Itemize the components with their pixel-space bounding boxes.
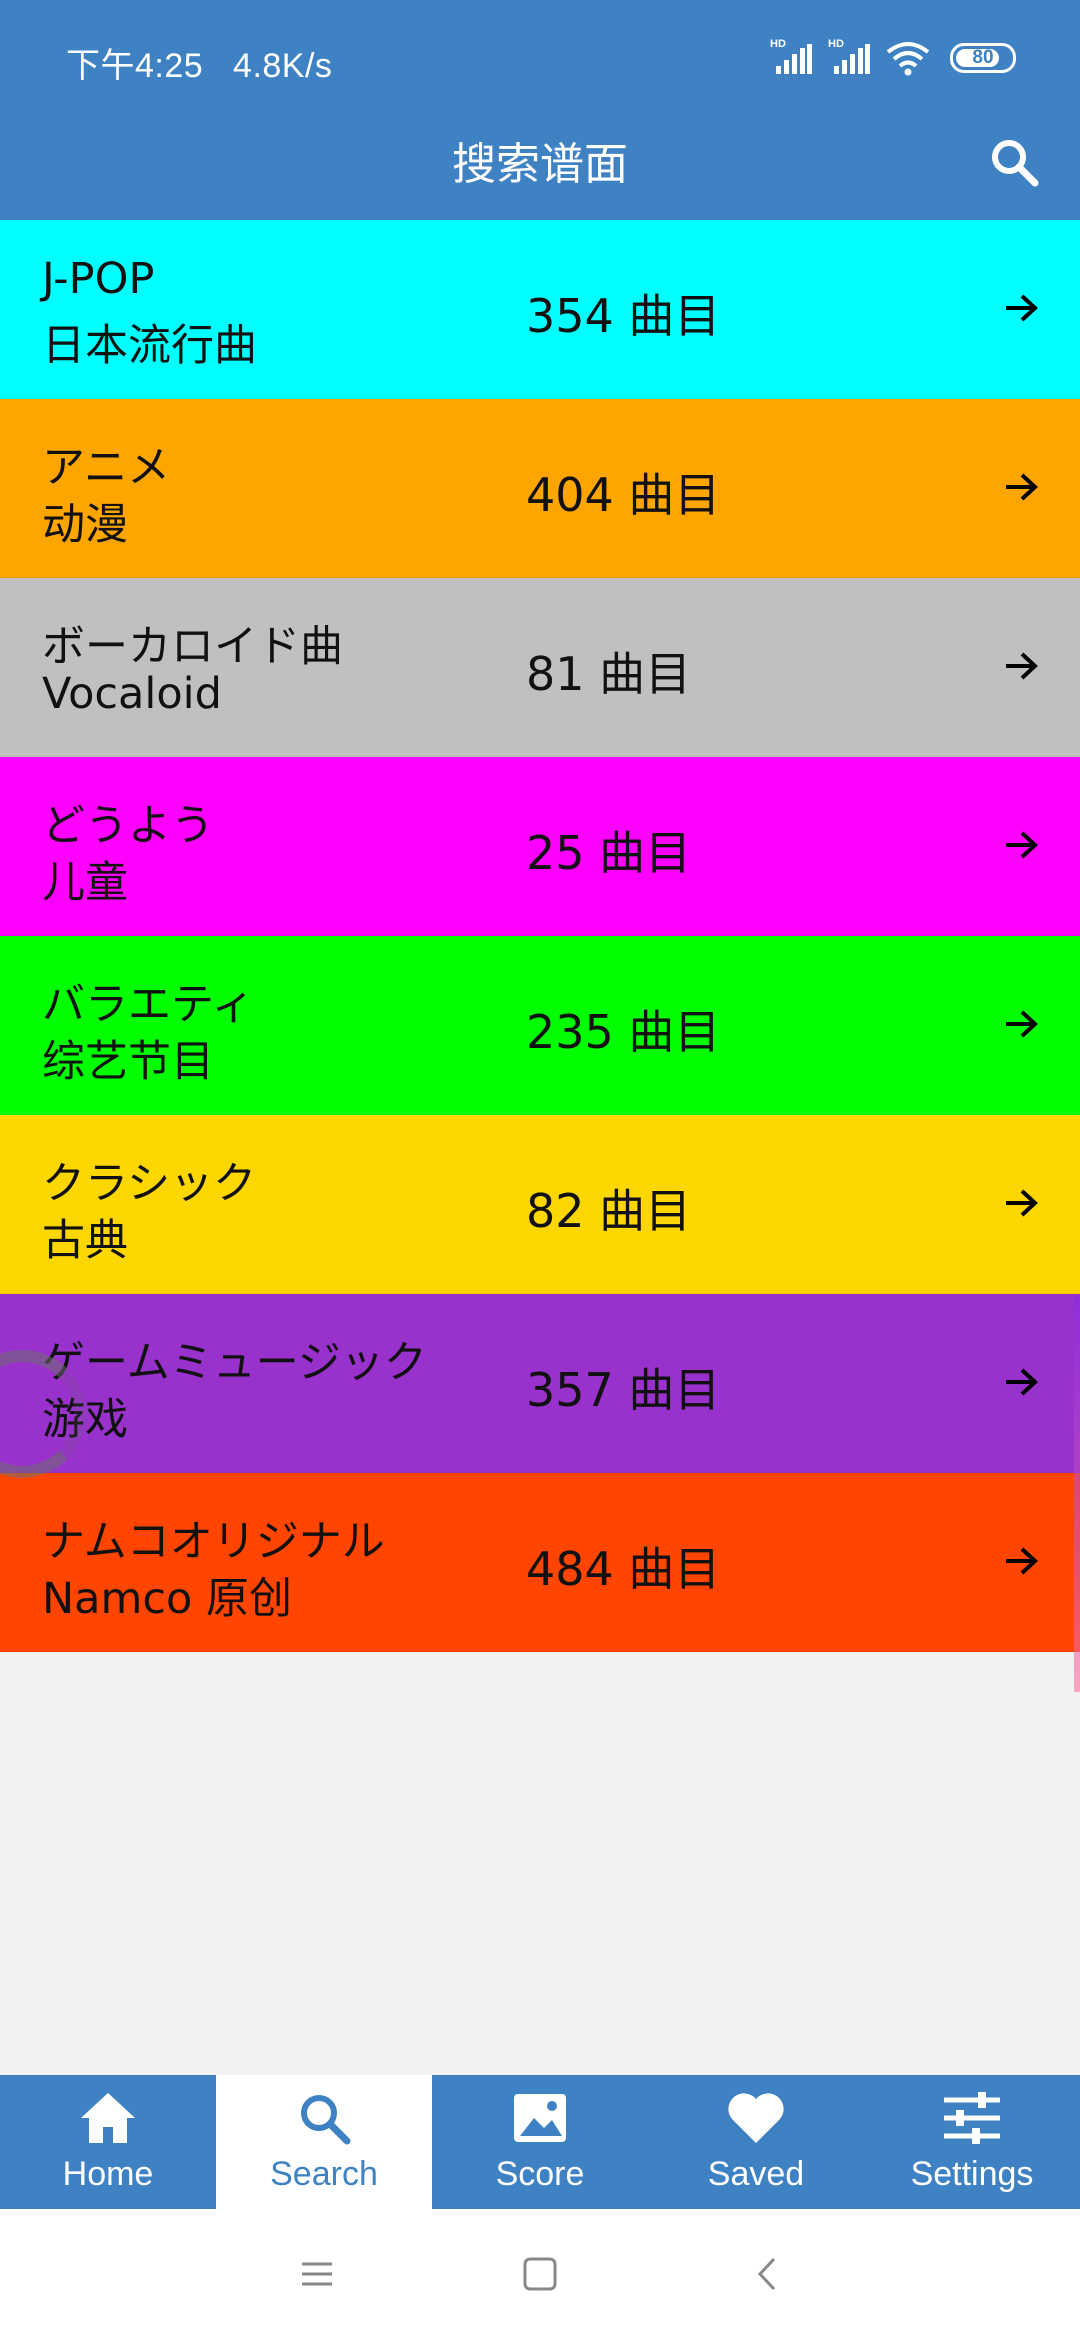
system-nav-bar [0,2209,1080,2340]
tab-label: Settings [910,2155,1034,2193]
status-icons: HD HD 80 [770,36,1016,80]
song-count: 404 曲目 [526,468,721,522]
genre-name: バラエティ [42,980,255,1030]
genre-row[interactable]: J-POP 日本流行曲 354 曲目 [0,220,1080,399]
genre-subtitle: 综艺节目 [42,1037,214,1087]
genre-name: クラシック [42,1159,257,1209]
genre-row[interactable]: クラシック古典 82 曲目 [0,1115,1080,1294]
status-bar: 下午4:25 4.8K/s HD HD 80 [0,0,1080,110]
home-nav-icon[interactable] [515,2249,565,2299]
search-icon [293,2087,355,2149]
tab-score[interactable]: Score [432,2075,648,2209]
arrow-right-icon [1006,294,1038,322]
overscroll-glow [1074,1296,1080,1692]
tab-label: Saved [707,2155,805,2193]
genre-row[interactable]: ナムコオリジナル Namco 原创 484 曲目 [0,1473,1080,1652]
genre-name: どうよう [42,801,214,851]
clock: 下午4:25 [66,47,204,85]
image-icon [509,2087,571,2149]
song-count: 82 曲目 [526,1184,692,1238]
genre-row[interactable]: ゲームミュージック 游戏 357 曲目 [0,1294,1080,1473]
tab-label: Score [495,2155,585,2193]
menu-icon[interactable] [292,2249,342,2299]
bottom-tab-bar: Home Search Score Saved Settings [0,2075,1080,2209]
song-count: 25 曲目 [526,826,692,880]
tab-label: Home [62,2155,154,2193]
genre-name: アニメ [42,443,171,493]
tab-label: Search [270,2155,378,2193]
genre-subtitle: 日本流行曲 [42,321,257,371]
genre-subtitle: 动漫 [42,500,128,550]
genre-name: J-POP [42,254,155,304]
sliders-icon [941,2087,1003,2149]
arrow-right-icon [1006,1010,1038,1038]
tab-home[interactable]: Home [0,2075,216,2209]
song-count: 81 曲目 [526,647,692,701]
genre-row[interactable]: バラエティ综艺节目 235 曲目 [0,936,1080,1115]
page-title: 搜索谱面 [452,139,628,190]
battery-level: 80 [972,47,994,68]
song-count: 357 曲目 [526,1363,721,1417]
tab-search[interactable]: Search [216,2075,432,2209]
genre-subtitle: Namco 原创 [42,1574,293,1624]
arrow-right-icon [1006,1189,1038,1217]
battery-icon: 80 [950,43,1016,73]
song-count: 354 曲目 [526,289,721,343]
genre-name: ボーカロイド曲 [42,622,343,672]
genre-row[interactable]: どうよう儿童 25 曲目 [0,757,1080,936]
genre-subtitle: Vocaloid [42,669,222,719]
tab-saved[interactable]: Saved [648,2075,864,2209]
cell-signal-icon: HD [770,38,814,78]
cell-signal-icon-2: HD [828,38,872,78]
heart-icon [725,2087,787,2149]
arrow-right-icon [1006,831,1038,859]
search-icon[interactable] [982,130,1046,194]
genre-name: ゲームミュージック [42,1338,427,1388]
genre-subtitle: 儿童 [42,858,128,908]
network-speed: 4.8K/s [233,47,333,85]
genre-row[interactable]: アニメ动漫 404 曲目 [0,399,1080,578]
arrow-right-icon [1006,652,1038,680]
genre-row[interactable]: ボーカロイド曲 Vocaloid 81 曲目 [0,578,1080,757]
home-icon [77,2087,139,2149]
wifi-icon [886,42,930,76]
tab-settings[interactable]: Settings [864,2075,1080,2209]
arrow-right-icon [1006,1547,1038,1575]
genre-list: J-POP 日本流行曲 354 曲目アニメ动漫 404 曲目ボーカロイド曲 Vocalo… [0,220,1080,1652]
arrow-right-icon [1006,473,1038,501]
genre-name: ナムコオリジナル [42,1517,385,1567]
genre-subtitle: 古典 [42,1216,128,1266]
app-bar: 搜索谱面 [0,110,1080,220]
song-count: 235 曲目 [526,1005,721,1059]
arrow-right-icon [1006,1368,1038,1396]
status-time: 下午4:25 4.8K/s [66,38,332,87]
song-count: 484 曲目 [526,1542,721,1596]
back-icon[interactable] [742,2249,792,2299]
